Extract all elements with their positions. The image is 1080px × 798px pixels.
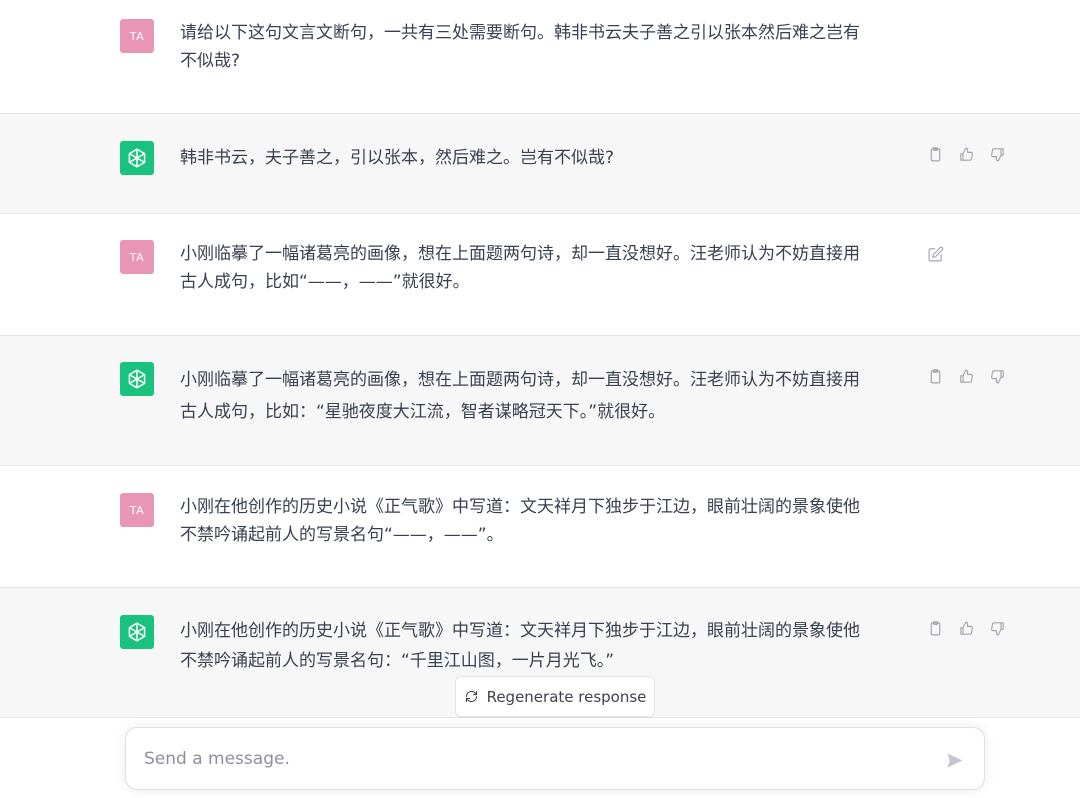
edit-icon[interactable] xyxy=(925,244,946,265)
message-input[interactable] xyxy=(144,744,924,774)
message-assistant: 小刚临摹了一幅诸葛亮的画像，想在上面题两句诗，却一直没想好。汪老师认为不妨直接用… xyxy=(0,336,1080,466)
thumbs-up-icon[interactable] xyxy=(956,366,977,387)
message-text: 小刚在他创作的历史小说《正气歌》中写道：文天祥月下独步于江边，眼前壮阔的景象使他… xyxy=(180,621,860,671)
avatar-label: TA xyxy=(129,503,145,517)
regenerate-label: Regenerate response xyxy=(486,687,647,706)
user-avatar: TA xyxy=(120,240,154,274)
message-actions xyxy=(925,366,1008,387)
send-button[interactable] xyxy=(942,748,966,772)
thumbs-up-icon[interactable] xyxy=(956,618,977,639)
message-text: 韩非书云，夫子善之，引以张本，然后难之。岂有不似哉? xyxy=(180,148,615,168)
clipboard-icon[interactable] xyxy=(925,618,946,639)
thumbs-up-icon[interactable] xyxy=(956,144,977,165)
message-text: 小刚在他创作的历史小说《正气歌》中写道：文天祥月下独步于江边，眼前壮阔的景象使他… xyxy=(180,497,860,545)
message-user: TA 请给以下这句文言文断句，一共有三处需要断句。韩非书云夫子善之引以张本然后难… xyxy=(0,0,1080,114)
assistant-avatar-icon xyxy=(120,362,154,396)
regenerate-button[interactable]: Regenerate response xyxy=(455,676,655,717)
avatar-label: TA xyxy=(129,250,145,264)
thumbs-down-icon[interactable] xyxy=(987,366,1008,387)
message-actions xyxy=(925,244,946,265)
message-actions xyxy=(925,144,1008,165)
message-text: 小刚临摹了一幅诸葛亮的画像，想在上面题两句诗，却一直没想好。汪老师认为不妨直接用… xyxy=(180,244,860,292)
clipboard-icon[interactable] xyxy=(925,366,946,387)
message-actions xyxy=(925,618,1008,639)
chat-app: TA 请给以下这句文言文断句，一共有三处需要断句。韩非书云夫子善之引以张本然后难… xyxy=(0,0,1080,798)
message-text: 请给以下这句文言文断句，一共有三处需要断句。韩非书云夫子善之引以张本然后难之岂有… xyxy=(180,23,860,71)
message-composer xyxy=(125,727,985,790)
thumbs-down-icon[interactable] xyxy=(987,618,1008,639)
thumbs-down-icon[interactable] xyxy=(987,144,1008,165)
message-assistant: 韩非书云，夫子善之，引以张本，然后难之。岂有不似哉? xyxy=(0,114,1080,214)
clipboard-icon[interactable] xyxy=(925,144,946,165)
refresh-icon xyxy=(465,691,477,702)
user-avatar: TA xyxy=(120,19,154,53)
message-text: 小刚临摹了一幅诸葛亮的画像，想在上面题两句诗，却一直没想好。汪老师认为不妨直接用… xyxy=(180,370,860,422)
assistant-avatar-icon xyxy=(120,615,154,649)
send-icon xyxy=(946,752,962,768)
assistant-avatar-icon xyxy=(120,141,154,175)
message-user: TA 小刚在他创作的历史小说《正气歌》中写道：文天祥月下独步于江边，眼前壮阔的景… xyxy=(0,466,1080,588)
user-avatar: TA xyxy=(120,493,154,527)
avatar-label: TA xyxy=(129,29,145,43)
message-user: TA 小刚临摹了一幅诸葛亮的画像，想在上面题两句诗，却一直没想好。汪老师认为不妨… xyxy=(0,214,1080,336)
